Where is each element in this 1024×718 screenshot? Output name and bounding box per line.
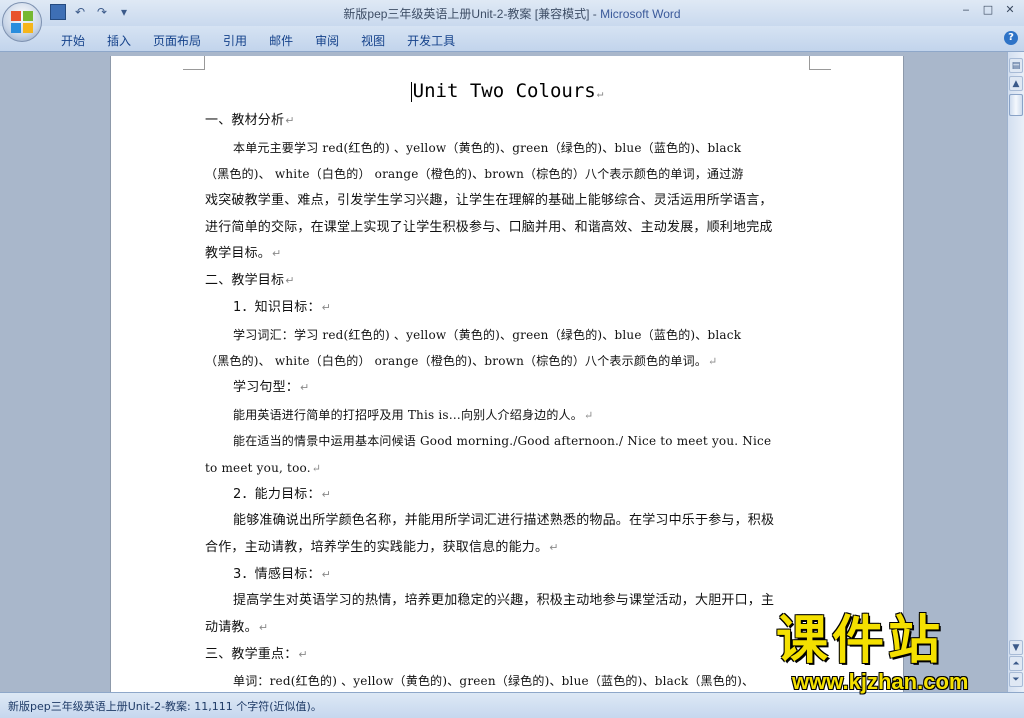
- app-name: Microsoft Word: [600, 7, 681, 21]
- document-line-text: 进行简单的交际，在课堂上实现了让学生积极参与、口脑并用、和谐高效、主动发展，顺利…: [205, 219, 773, 235]
- document-line[interactable]: 进行简单的交际，在课堂上实现了让学生积极参与、口脑并用、和谐高效、主动发展，顺利…: [205, 215, 809, 242]
- scroll-thumb[interactable]: [1009, 94, 1023, 116]
- margin-corner-mark: [809, 56, 831, 70]
- document-line-text: 学习句型：: [233, 379, 300, 395]
- document-line-text: （黑色的)、 white（白色的） orange（橙色的)、brown（棕色的）…: [205, 167, 744, 182]
- document-line[interactable]: 单词：red(红色的) 、yellow（黄色的)、green（绿色的)、blue…: [205, 668, 809, 692]
- document-line-text: 二、教学目标: [205, 273, 285, 289]
- paragraph-mark: ↵: [311, 461, 322, 475]
- paragraph-mark: ↵: [708, 355, 718, 369]
- document-heading[interactable]: Unit Two Colours↵: [205, 74, 809, 108]
- status-text: 新版pep三年级英语上册Unit-2-教案: 11,111 个字符(近似值)。: [8, 700, 322, 713]
- document-line[interactable]: 能够准确说出所学颜色名称，并能用所学词汇进行描述熟悉的物品。在学习中乐于参与，积…: [205, 508, 809, 535]
- document-line-text: to meet you, too.: [205, 460, 311, 475]
- ribbon-tab[interactable]: 开发工具: [396, 30, 466, 48]
- ribbon-tab[interactable]: 视图: [350, 30, 396, 48]
- paragraph-mark: ↵: [549, 541, 559, 554]
- paragraph-mark: ↵: [272, 247, 282, 261]
- document-line-text: 2．能力目标：: [233, 486, 321, 502]
- paragraph-mark: ↵: [298, 647, 308, 661]
- window-title: 新版pep三年级英语上册Unit-2-教案 [兼容模式] - Microsoft…: [0, 5, 1024, 22]
- ribbon-tab[interactable]: 插入: [96, 30, 142, 48]
- document-line[interactable]: 提高学生对英语学习的热情，培养更加稳定的兴趣，积极主动地参与课堂活动，大胆开口，…: [205, 588, 809, 615]
- document-line[interactable]: 学习句型：↵: [205, 375, 809, 402]
- help-icon[interactable]: ?: [1004, 31, 1018, 45]
- margin-corner-mark: [183, 56, 205, 70]
- document-line[interactable]: 1．知识目标：↵: [205, 295, 809, 322]
- document-line-text: 一、教材分析: [205, 113, 285, 128]
- ribbon-tab[interactable]: 审阅: [304, 30, 350, 48]
- text-cursor: [410, 81, 412, 102]
- paragraph-mark: ↵: [300, 380, 310, 394]
- document-line-text: 教学目标。: [205, 246, 272, 262]
- document-line[interactable]: 2．能力目标：↵: [205, 482, 809, 509]
- document-page[interactable]: Unit Two Colours↵ 一、教材分析↵ 本单元主要学习 red(红色的…: [110, 56, 904, 692]
- document-heading-text: Unit Two Colours: [412, 80, 596, 102]
- document-line[interactable]: 戏突破教学重、难点，引发学生学习兴趣，让学生在理解的基础上能够综合、灵活运用所学…: [205, 188, 809, 215]
- document-line[interactable]: 动请教。↵: [205, 615, 809, 642]
- document-line[interactable]: （黑色的)、 white（白色的） orange（橙色的)、brown（棕色的）…: [205, 161, 809, 188]
- paragraph-mark: ↵: [583, 408, 594, 422]
- paragraph-mark: ↵: [321, 487, 332, 501]
- document-line[interactable]: 学习词汇：学习 red(红色的) 、yellow（黄色的)、green（绿色的)…: [205, 322, 809, 349]
- ribbon-tab[interactable]: 引用: [212, 30, 258, 48]
- paragraph-mark: ↵: [321, 300, 332, 314]
- paragraph-mark: ↵: [285, 114, 295, 127]
- paragraph-mark: ↵: [258, 621, 269, 635]
- window-controls: ‒ □ ✕: [956, 2, 1020, 18]
- paragraph-mark: ↵: [321, 567, 332, 581]
- paragraph-mark: ↵: [285, 274, 295, 288]
- document-line-text: 提高学生对英语学习的热情，培养更加稳定的兴趣，积极主动地参与课堂活动，大胆开口，…: [233, 593, 775, 609]
- document-line[interactable]: 能用英语进行简单的打招呼及用 This is…向别人介绍身边的人。↵: [205, 402, 809, 429]
- document-body[interactable]: Unit Two Colours↵ 一、教材分析↵ 本单元主要学习 red(红色的…: [205, 74, 809, 692]
- document-line-text: 动请教。: [205, 620, 258, 636]
- office-button[interactable]: [2, 2, 42, 42]
- document-line-text: 3．情感目标：: [233, 566, 321, 582]
- document-line[interactable]: （黑色的)、 white（白色的） orange（橙色的)、brown（棕色的）…: [205, 348, 809, 375]
- document-line-text: 本单元主要学习 red(红色的) 、yellow（黄色的)、green（绿色的)…: [233, 140, 742, 155]
- document-line[interactable]: 教学目标。↵: [205, 241, 809, 268]
- title-bar: ↶ ↷ ▾ 新版pep三年级英语上册Unit-2-教案 [兼容模式] - Mic…: [0, 0, 1024, 26]
- document-line[interactable]: to meet you, too.↵: [205, 455, 809, 482]
- ribbon-tab[interactable]: 开始: [50, 30, 96, 48]
- document-line[interactable]: 三、教学重点：↵: [205, 642, 809, 669]
- ribbon-tabs: 开始 插入 页面布局 引用 邮件 审阅 视图 开发工具: [50, 30, 466, 48]
- office-logo-icon: [11, 11, 33, 33]
- watermark-logo: 课件站 www.kjzhan.com: [768, 612, 1024, 698]
- document-workspace: Unit Two Colours↵ 一、教材分析↵ 本单元主要学习 red(红色的…: [0, 52, 1007, 692]
- scroll-up-button[interactable]: ▲: [1009, 76, 1023, 91]
- document-line-text: 能在适当的情景中运用基本问候语 Good morning./Good after…: [233, 434, 772, 449]
- document-title: 新版pep三年级英语上册Unit-2-教案 [兼容模式] -: [343, 7, 601, 21]
- maximize-button[interactable]: □: [978, 2, 998, 18]
- close-button[interactable]: ✕: [1000, 2, 1020, 18]
- watermark-url: www.kjzhan.com: [792, 669, 969, 694]
- document-line-text: 合作，主动请教，培养学生的实践能力，获取信息的能力。: [205, 540, 549, 555]
- document-line-text: 能用英语进行简单的打招呼及用 This is…向别人介绍身边的人。: [233, 407, 583, 422]
- watermark-name: 课件站: [776, 611, 945, 671]
- document-line[interactable]: 3．情感目标：↵: [205, 562, 809, 589]
- document-line[interactable]: 合作，主动请教，培养学生的实践能力，获取信息的能力。↵: [205, 535, 809, 562]
- document-line-text: （黑色的)、 white（白色的） orange（橙色的)、brown（棕色的）…: [205, 354, 708, 369]
- document-line[interactable]: 本单元主要学习 red(红色的) 、yellow（黄色的)、green（绿色的)…: [205, 135, 809, 162]
- document-line-text: 学习词汇：学习 red(红色的) 、yellow（黄色的)、green（绿色的)…: [233, 327, 742, 342]
- minimize-button[interactable]: ‒: [956, 2, 976, 18]
- vertical-scrollbar[interactable]: ▤ ▲ ▼ ⏶ ⏷: [1007, 52, 1024, 692]
- document-line[interactable]: 二、教学目标↵: [205, 268, 809, 295]
- ribbon-tab[interactable]: 页面布局: [142, 30, 212, 48]
- document-line-text: 1．知识目标：: [233, 299, 321, 315]
- document-line-text: 单词：red(红色的) 、yellow（黄色的)、green（绿色的)、blue…: [233, 674, 755, 689]
- document-line[interactable]: 能在适当的情景中运用基本问候语 Good morning./Good after…: [205, 428, 809, 455]
- document-line-text: 戏突破教学重、难点，引发学生学习兴趣，让学生在理解的基础上能够综合、灵活运用所学…: [205, 193, 773, 209]
- ribbon: 开始 插入 页面布局 引用 邮件 审阅 视图 开发工具 ?: [0, 26, 1024, 52]
- ribbon-tab[interactable]: 邮件: [258, 30, 304, 48]
- document-line[interactable]: 一、教材分析↵: [205, 108, 809, 135]
- paragraph-mark: ↵: [596, 87, 604, 100]
- document-line-text: 能够准确说出所学颜色名称，并能用所学词汇进行描述熟悉的物品。在学习中乐于参与，积…: [233, 513, 775, 529]
- ruler-toggle-icon[interactable]: ▤: [1009, 58, 1023, 73]
- document-line-text: 三、教学重点：: [205, 646, 298, 662]
